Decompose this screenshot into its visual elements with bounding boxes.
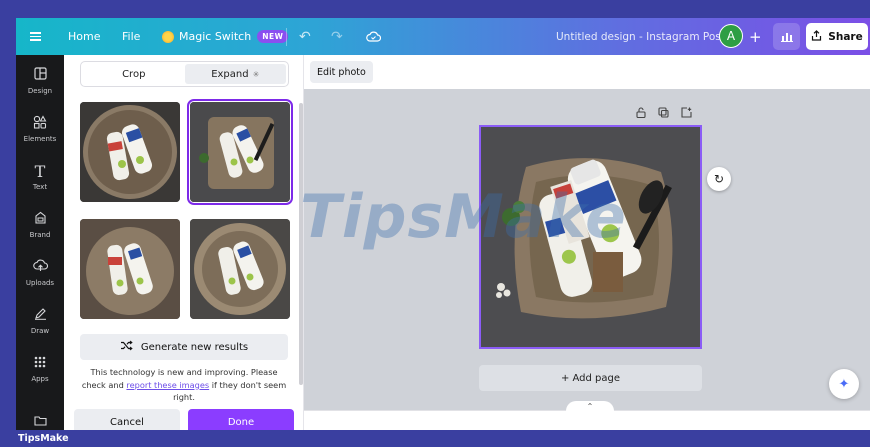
pen-icon [16, 307, 64, 325]
rail-label: Design [27, 87, 53, 95]
document-title[interactable]: Untitled design - Instagram Post [556, 18, 725, 55]
cloud-save-icon[interactable] [366, 18, 381, 55]
rail-label: Uploads [25, 279, 55, 287]
file-menu[interactable]: File [122, 18, 140, 55]
result-thumbnail[interactable] [80, 102, 180, 202]
rail-label: Brand [29, 231, 51, 239]
magic-assistant-icon[interactable]: ✦ [829, 369, 859, 399]
result-thumbnail[interactable] [190, 219, 290, 319]
report-images-link[interactable]: report these images [126, 380, 209, 390]
shapes-icon [16, 115, 64, 133]
rail-item-uploads[interactable]: Uploads [16, 259, 64, 287]
rotate-icon[interactable]: ↻ [707, 167, 731, 191]
generate-new-results-button[interactable]: Generate new results [80, 334, 288, 360]
sparkle-icon: ✳ [252, 69, 260, 79]
rail-item-brand[interactable]: Brand [16, 211, 64, 239]
bottom-status-bar: ⌃ [304, 401, 870, 430]
lock-icon[interactable] [636, 107, 646, 121]
toolbar-divider [286, 28, 287, 46]
insights-icon[interactable] [773, 23, 800, 50]
page-tools [636, 107, 692, 121]
share-label: Share [828, 30, 863, 43]
magic-sun-icon [162, 30, 174, 43]
top-bar: Home File Magic Switch NEW ↶ ↷ Untitled … [16, 18, 870, 55]
tab-expand-label: Expand [211, 68, 249, 80]
context-toolbar: Edit photo [304, 55, 870, 89]
user-avatar[interactable]: A [719, 24, 743, 48]
shuffle-icon [120, 340, 133, 354]
result-thumbnail[interactable] [80, 219, 180, 319]
tab-expand[interactable]: Expand ✳ [184, 64, 286, 84]
edit-photo-button[interactable]: Edit photo [310, 61, 373, 83]
rail-label: Apps [31, 375, 49, 383]
add-page-icon[interactable] [681, 107, 692, 121]
text-icon: T [34, 162, 46, 181]
share-icon [811, 29, 822, 44]
crop-expand-toggle: Crop Expand ✳ [80, 61, 289, 87]
apps-grid-icon [16, 355, 64, 373]
footer-brand: TipsMake [0, 430, 870, 447]
magic-switch-button[interactable]: Magic Switch NEW [162, 18, 289, 55]
rail-label: Elements [23, 135, 57, 143]
brand-icon [16, 211, 64, 229]
redo-icon[interactable]: ↷ [331, 18, 343, 55]
chevron-up-icon[interactable]: ⌃ [566, 401, 614, 413]
add-page-button[interactable]: + Add page [479, 365, 702, 391]
undo-icon[interactable]: ↶ [299, 18, 311, 55]
menu-icon[interactable] [30, 18, 44, 55]
magic-switch-label: Magic Switch [179, 30, 252, 43]
watermark: TipsMake [300, 182, 627, 252]
rail-item-design[interactable]: Design [16, 67, 64, 95]
rail-item-elements[interactable]: Elements [16, 115, 64, 143]
rail-label: Text [32, 183, 48, 191]
tab-crop[interactable]: Crop [83, 64, 185, 84]
left-rail: Design Elements T Text Brand Uploads Dra… [16, 55, 64, 430]
expand-panel: Crop Expand ✳ Generate new results This … [64, 55, 304, 435]
result-thumbnail-selected[interactable] [187, 99, 293, 205]
rail-item-apps[interactable]: Apps [16, 355, 64, 383]
add-collaborator-icon[interactable]: + [749, 18, 762, 55]
layout-icon [16, 67, 64, 85]
rail-item-text[interactable]: T Text [16, 162, 64, 192]
rail-label: Draw [30, 327, 50, 335]
duplicate-icon[interactable] [658, 107, 669, 121]
ai-disclaimer: This technology is new and improving. Pl… [78, 366, 290, 404]
new-badge: NEW [257, 30, 289, 43]
generate-label: Generate new results [140, 341, 249, 353]
share-button[interactable]: Share [806, 23, 868, 50]
cloud-upload-icon [16, 259, 64, 277]
home-button[interactable]: Home [68, 18, 100, 55]
rail-item-draw[interactable]: Draw [16, 307, 64, 335]
folder-icon [16, 413, 64, 431]
